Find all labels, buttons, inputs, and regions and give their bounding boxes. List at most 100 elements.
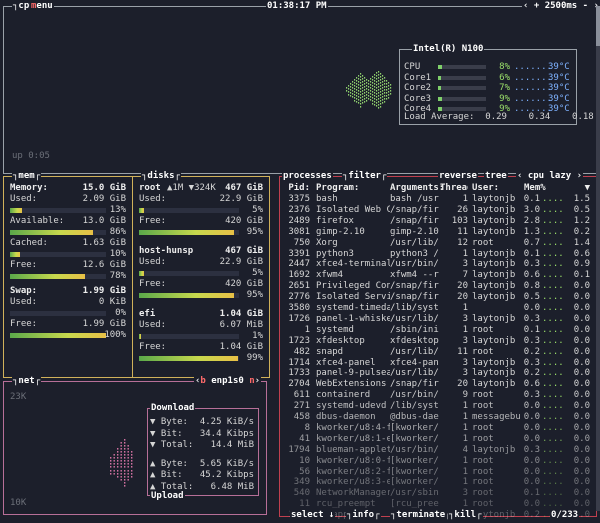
process-row[interactable]: 271 systemd-udevd/lib/syst 1 root 0.0 0.0.... [284, 401, 592, 412]
process-row[interactable]: 3391 python3 python3 / 1 laytonjb 0.1 0.6.... [284, 249, 592, 260]
process-row[interactable]: 2489 firefox/snap/fir 103 laytonjb 2.8 1.2...… [284, 216, 592, 227]
cpu-row-name: CPU [404, 62, 421, 72]
cpu-graph-dot [362, 93, 364, 95]
process-cell: 3580 [288, 303, 310, 313]
cpu-graph-dot [376, 102, 378, 104]
process-cell: Isolated Web C [316, 204, 390, 215]
tab-reverse[interactable]: reverse [438, 171, 478, 182]
cpu-graph-dot [356, 95, 358, 97]
process-row[interactable]: 349 kworker/u8:3-e [kworker/1 root 0.0 0.0...… [284, 477, 592, 488]
terminate-button[interactable]: ┐terminate┌ [390, 510, 452, 521]
process-row[interactable]: 458dbus-daemon@dbus-dae1messagebus0.00.0… [284, 412, 592, 423]
cpu-graph-dot [374, 98, 376, 100]
process-cell: root [472, 390, 494, 401]
process-row[interactable]: 1692 xfwm4 xfwm4 --r 7 laytonjb 0.6 0.1.... [284, 270, 592, 281]
net-download-dot [117, 451, 119, 453]
cpu-panel: ┐cpu┌ menu 01:38:17 PM ‹ + 2500ms - › In… [3, 1, 600, 174]
net-upload-dot [113, 473, 115, 475]
cpu-row-sparkline: ....... [514, 83, 552, 93]
process-cell: /usr/sbin [390, 488, 439, 499]
process-cell: python3 / [390, 248, 439, 259]
process-row[interactable]: 1733 panel-9-pulsea/usr/lib/3 laytonjb 0.2 0… [284, 368, 592, 379]
net-upload-dot [124, 485, 126, 487]
process-row[interactable]: 10 kworker/u8:0-f [kworker/1 root 0.0 0.0.... [284, 456, 592, 467]
process-row[interactable]: 2704 WebExtensions/snap/fir 20 laytonjb 0.6 0… [284, 379, 592, 390]
cpu-graph-dot [352, 81, 354, 83]
kill-button[interactable]: ┐kill┌ [448, 510, 483, 521]
cpu-graph-dot [370, 84, 372, 86]
process-row[interactable]: 1726 panel-1-whiske/usr/lib/3 laytonjb 0.3 0… [284, 314, 592, 325]
cpu-graph-dot [356, 101, 358, 103]
process-cell: 0.3 [523, 390, 540, 401]
process-row[interactable]: 540 NetworkManager/usr/sbin 3 root 0.1 0.0...… [284, 488, 592, 499]
window-scrollbar[interactable] [596, 6, 600, 511]
process-row[interactable]: 1723 xfdesktop xfdesktop 3 laytonjb 0.3 0.0...… [284, 336, 592, 347]
cpu-graph-dot [354, 100, 356, 102]
interval-control[interactable]: ‹ + 2500ms - › [522, 1, 600, 12]
process-cell: 2651 [288, 281, 310, 292]
net-upload-dot [120, 473, 122, 475]
process-header-cell[interactable]: Program: [316, 183, 390, 194]
net-interface-selector[interactable]: ‹b enp1s0 n› [194, 376, 262, 387]
process-row[interactable]: 482 snapd/usr/lib/11 root 0.2 0.0.... [284, 347, 592, 358]
process-header-cell[interactable]: Pid: [284, 183, 310, 194]
net-title[interactable]: ┐net┌ [12, 376, 42, 387]
cpu-graph-dot [364, 98, 366, 100]
process-row[interactable]: 3081 gimp-2.10 gimp-2.10 11 laytonjb 1.3 0.2..… [284, 227, 592, 238]
select-button[interactable]: select ↓ [290, 510, 336, 521]
disk-used-label: Used: [139, 257, 167, 267]
cpu-graph-dot [362, 75, 364, 77]
process-row[interactable]: 1 systemd/sbin/ini 1 root 0.1 0.0.... [284, 325, 592, 336]
process-row[interactable]: 41 kworker/u8:1-e [kworker/1 root 0.0 0.0.... [284, 434, 592, 445]
net-upload-dot [120, 470, 122, 472]
process-row[interactable]: 11 rcu_preempt [rcu_pree 1 root 0.0 0.0.... [284, 499, 592, 510]
mem-title[interactable]: ┐mem┌ [12, 171, 42, 182]
info-button[interactable]: ┐info┌ [346, 510, 381, 521]
process-cell: 2776 [288, 292, 310, 303]
tab-cpu-lazy[interactable]: ‹ cpu lazy › [516, 171, 584, 182]
process-row[interactable]: 2776 Isolated Servi/snap/fir 20 laytonjb 0.5… [284, 292, 592, 303]
net-scale-top: 23K [10, 392, 27, 402]
process-row[interactable]: 2447 xfce4-terminal/usr/bin/3 laytonjb 0.3 0… [284, 259, 592, 270]
cpu-graph-dot [368, 98, 370, 100]
process-cell: xfwm4 --r [390, 270, 439, 281]
process-cell: 0.2 [573, 226, 590, 237]
process-header-cell[interactable]: ▼ [568, 183, 590, 194]
tab-filter[interactable]: ┐filter┌ [342, 171, 388, 182]
process-row[interactable]: 3580 systemd-timeda/lib/syst 1 0.0 0.0.... [284, 303, 592, 314]
process-cell: 3 [462, 335, 468, 346]
process-row[interactable]: 1794 blueman-applet/usr/bin/4 laytonjb 0.3 0… [284, 445, 592, 456]
net-download-dot [113, 454, 115, 456]
process-cell: 3 [462, 488, 468, 499]
disks-title[interactable]: ┐disks┌ [141, 171, 181, 182]
process-cell: 271 [293, 401, 310, 412]
process-cell: laytonjb [472, 335, 516, 346]
process-cell: @dbus-dae [390, 412, 439, 422]
process-header-cell[interactable]: User: [472, 183, 520, 194]
process-row[interactable]: 2651 Privileged Con/snap/fir 20 laytonjb 0.8… [284, 281, 592, 292]
process-header-cell[interactable]: Mem% [524, 183, 564, 194]
process-header-cell[interactable]: Threads: [440, 183, 468, 194]
process-cell: xfwm4 [316, 270, 344, 281]
cpu-row-bar-track [438, 107, 486, 111]
process-cell: xfdesktop [390, 335, 439, 346]
cpu-graph-dot [370, 81, 372, 83]
process-cell: /snap/fir [390, 204, 439, 215]
process-cell: 1 [462, 194, 468, 204]
cpu-graph-dot [364, 86, 366, 88]
process-row[interactable]: 1714 xfce4-panel xfce4-pan 3 laytonjb 0.3 0.0.… [284, 358, 592, 369]
process-row[interactable]: 2376 Isolated Web C/snap/fir 26 laytonjb 3.0… [284, 205, 592, 216]
process-row[interactable]: 611 containerd/usr/bin/9 root 0.3 0.0.... [284, 390, 592, 401]
process-row[interactable]: 750 Xorg/usr/lib/12 root 0.7 1.4.... [284, 238, 592, 249]
cpu-row-name: Core2 [404, 83, 432, 93]
process-row[interactable]: 8 kworker/u8:4-f [kworker/1 root 0.0 0.0.... [284, 423, 592, 434]
process-cell: 1 [462, 422, 468, 433]
process-row[interactable]: 3375 bash bash /usr 1 laytonjb 0.1 1.5.... [284, 194, 592, 205]
cpu-graph-dot [352, 84, 354, 86]
process-cell: root [472, 324, 494, 335]
process-row[interactable]: 56 kworker/u8:2-f [kworker/1 root 0.0 0.0.... [284, 467, 592, 478]
window-scrollbar-thumb[interactable] [596, 6, 600, 46]
menu-button[interactable]: menu [30, 1, 54, 12]
tab-processes[interactable]: processes [282, 171, 333, 182]
tab-tree[interactable]: tree [484, 171, 508, 182]
